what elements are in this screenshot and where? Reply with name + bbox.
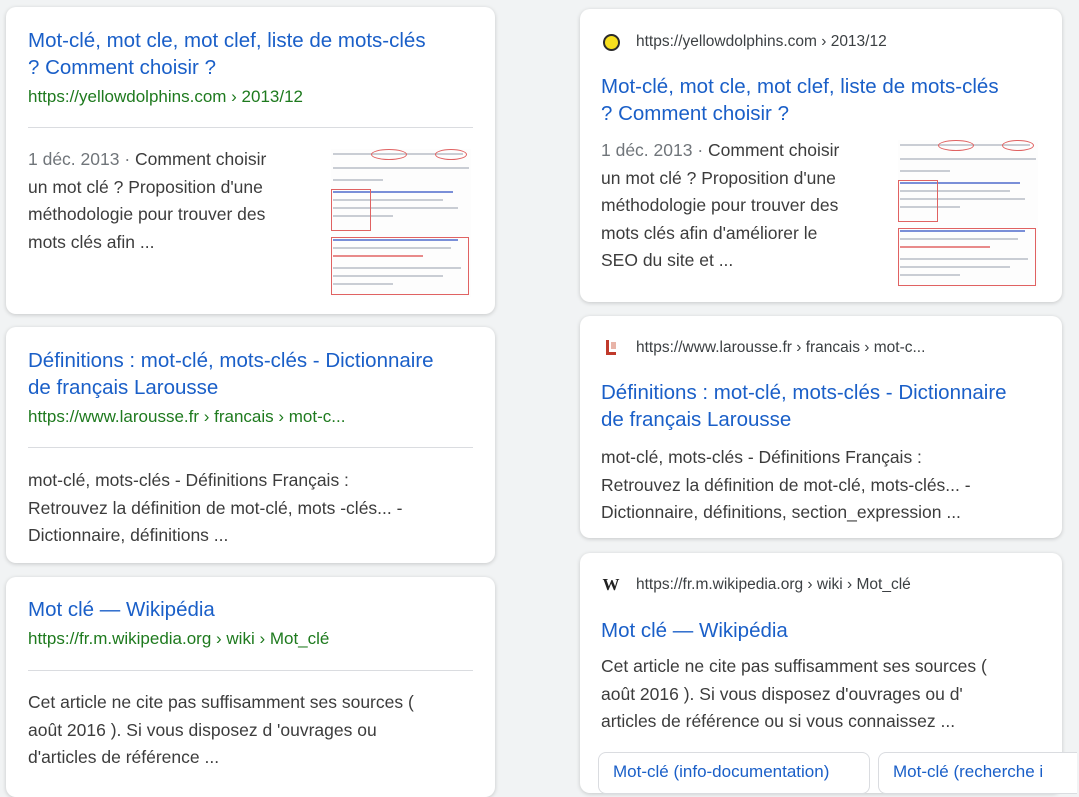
result-card-yellowdolphins[interactable]: https://yellowdolphins.com › 2013/12 Mot… bbox=[580, 9, 1062, 302]
chip-mot-cle-info-documentation[interactable]: Mot-clé (info-documentation) bbox=[598, 752, 870, 794]
result-snippet: mot-clé, mots-clés - Définitions Françai… bbox=[28, 470, 403, 545]
result-snippet: Cet article ne cite pas suffisamment ses… bbox=[28, 692, 414, 767]
site-url: https://yellowdolphins.com › 2013/12 bbox=[636, 33, 887, 50]
result-url[interactable]: https://fr.m.wikipedia.org › wiki › Mot_… bbox=[28, 627, 478, 651]
result-url[interactable]: https://www.larousse.fr › francais › mot… bbox=[28, 405, 478, 429]
result-date: 1 déc. 2013 · bbox=[601, 140, 709, 160]
result-snippet: 1 déc. 2013 · Comment choisir un mot clé… bbox=[601, 140, 840, 270]
result-title-link[interactable]: Mot clé — Wikipédia bbox=[601, 617, 1051, 644]
divider bbox=[28, 670, 473, 671]
larousse-icon bbox=[600, 337, 622, 359]
result-thumbnail[interactable] bbox=[898, 140, 1038, 288]
result-title-link[interactable]: Définitions : mot-clé, mots-clés - Dicti… bbox=[601, 379, 1051, 433]
result-card-larousse[interactable]: https://www.larousse.fr › francais › mot… bbox=[580, 316, 1062, 538]
divider bbox=[28, 447, 473, 448]
result-title-link[interactable]: Mot clé — Wikipédia bbox=[28, 596, 478, 623]
result-snippet: mot-clé, mots-clés - Définitions Françai… bbox=[601, 447, 971, 522]
result-date: 1 déc. 2013 · bbox=[28, 149, 136, 169]
site-row[interactable]: https://www.larousse.fr › francais › mot… bbox=[600, 336, 925, 360]
result-url[interactable]: https://yellowdolphins.com › 2013/12 bbox=[28, 85, 478, 109]
site-url: https://fr.m.wikipedia.org › wiki › Mot_… bbox=[636, 576, 911, 593]
site-row[interactable]: W https://fr.m.wikipedia.org › wiki › Mo… bbox=[600, 573, 911, 597]
result-snippet: Cet article ne cite pas suffisamment ses… bbox=[601, 656, 987, 731]
divider bbox=[28, 127, 473, 128]
chip-mot-cle-recherche[interactable]: Mot-clé (recherche i bbox=[878, 752, 1077, 794]
result-title-link[interactable]: Définitions : mot-clé, mots-clés - Dicti… bbox=[28, 347, 478, 401]
wikipedia-icon: W bbox=[602, 575, 620, 594]
result-title-link[interactable]: Mot-clé, mot cle, mot clef, liste de mot… bbox=[28, 27, 478, 81]
result-card-larousse[interactable]: Définitions : mot-clé, mots-clés - Dicti… bbox=[6, 327, 495, 563]
yellow-circle-icon bbox=[600, 31, 622, 53]
result-title-link[interactable]: Mot-clé, mot cle, mot clef, liste de mot… bbox=[601, 73, 1051, 127]
site-url: https://www.larousse.fr › francais › mot… bbox=[636, 339, 926, 356]
result-snippet: 1 déc. 2013 · Comment choisir un mot clé… bbox=[28, 149, 267, 252]
result-thumbnail[interactable] bbox=[331, 149, 471, 297]
result-card-yellowdolphins[interactable]: Mot-clé, mot cle, mot clef, liste de mot… bbox=[6, 7, 495, 314]
site-row[interactable]: https://yellowdolphins.com › 2013/12 bbox=[600, 30, 887, 54]
result-card-wikipedia[interactable]: Mot clé — Wikipédia https://fr.m.wikiped… bbox=[6, 577, 495, 797]
